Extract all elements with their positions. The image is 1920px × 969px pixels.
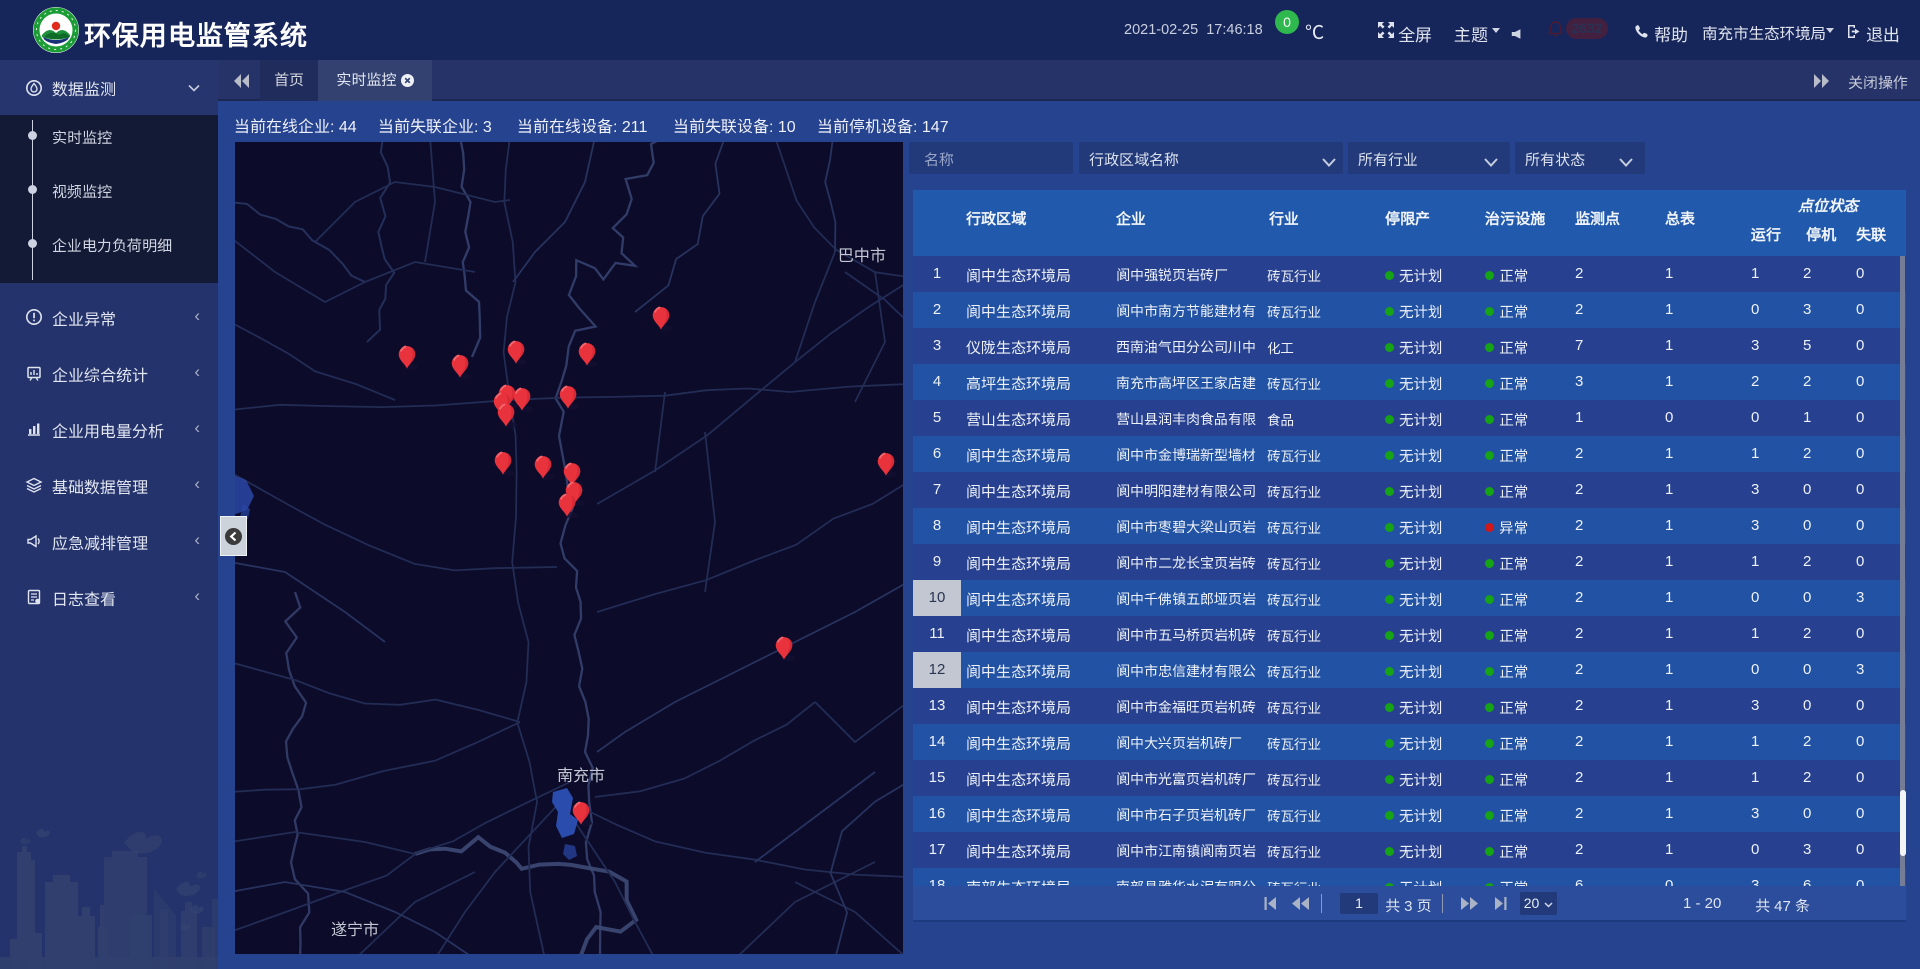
svg-text:南充市: 南充市 <box>557 767 605 785</box>
svg-text:遂宁市: 遂宁市 <box>331 921 379 939</box>
svg-text:巴中市: 巴中市 <box>838 247 886 265</box>
